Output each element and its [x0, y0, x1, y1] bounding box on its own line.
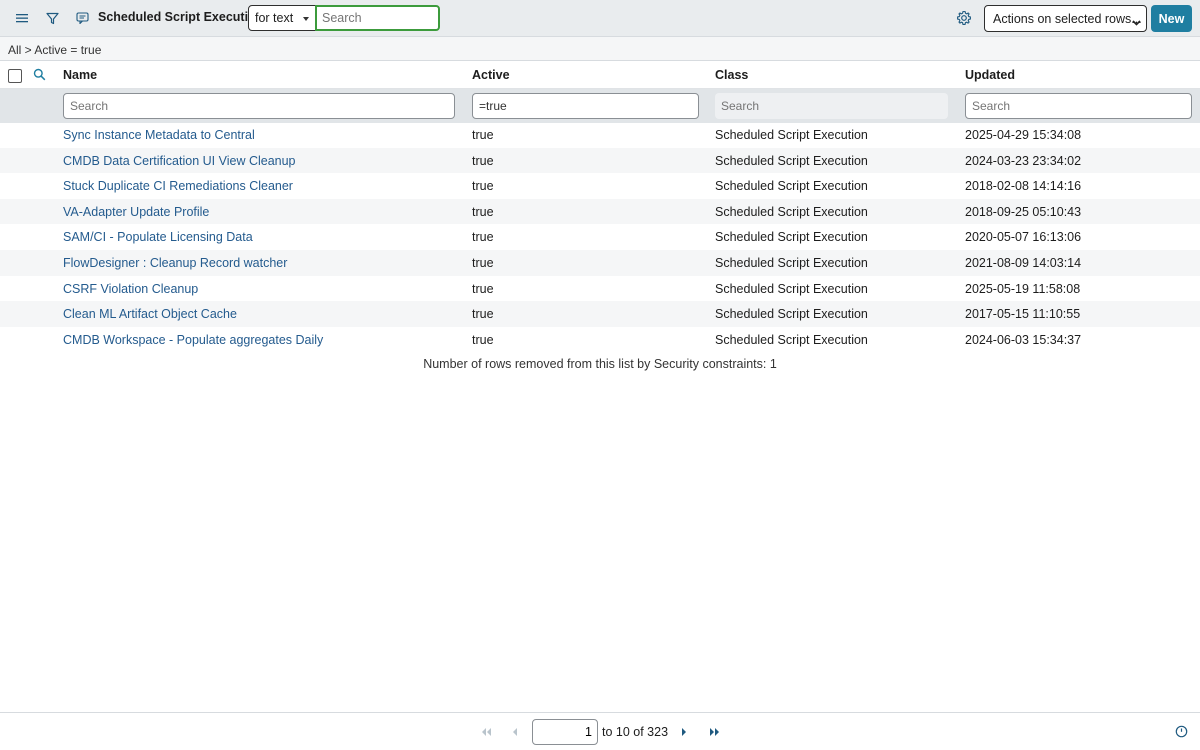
active-cell: true: [472, 204, 494, 219]
new-button[interactable]: New: [1151, 5, 1192, 32]
active-cell: true: [472, 230, 494, 245]
column-header-updated[interactable]: Updated: [965, 68, 1015, 82]
select-all-checkbox[interactable]: [8, 69, 22, 83]
updated-cell: 2018-02-08 14:14:16: [965, 179, 1082, 194]
name-filter-input[interactable]: [63, 93, 455, 119]
table-row: FlowDesigner : Cleanup Record watcher tr…: [0, 250, 1200, 276]
column-header-class[interactable]: Class: [715, 68, 748, 82]
table-row: Stuck Duplicate CI Remediations Cleaner …: [0, 173, 1200, 199]
gear-icon[interactable]: [955, 9, 973, 27]
updated-cell: 2024-06-03 15:34:37: [965, 332, 1082, 347]
class-cell: Scheduled Script Execution: [715, 307, 868, 322]
record-name-link[interactable]: VA-Adapter Update Profile: [63, 205, 209, 219]
filter-icon[interactable]: [42, 8, 62, 28]
table-row: Sync Instance Metadata to Central true S…: [0, 122, 1200, 148]
table-row: CSRF Violation Cleanup true Scheduled Sc…: [0, 276, 1200, 302]
column-header-name[interactable]: Name: [63, 68, 97, 82]
table-row: VA-Adapter Update Profile true Scheduled…: [0, 198, 1200, 225]
active-cell: true: [472, 256, 494, 270]
column-filter-row: [0, 89, 1200, 123]
breadcrumb[interactable]: All > Active = true: [8, 43, 101, 57]
class-cell: Scheduled Script Execution: [715, 281, 868, 296]
page-range-text: to 10 of 323: [602, 725, 669, 739]
security-constraint-note: Number of rows removed from this list by…: [423, 357, 777, 371]
class-cell: Scheduled Script Execution: [715, 179, 868, 194]
column-search-icon[interactable]: [33, 68, 46, 84]
class-cell: Scheduled Script Execution: [715, 332, 868, 347]
class-cell: Scheduled Script Execution: [715, 230, 868, 245]
active-filter-input[interactable]: [472, 93, 699, 119]
updated-cell: 2018-09-25 05:10:43: [965, 204, 1082, 219]
class-cell: Scheduled Script Execution: [715, 153, 868, 168]
actions-select[interactable]: Actions on selected rows...: [984, 5, 1147, 32]
active-cell: true: [472, 332, 494, 347]
updated-cell: 2020-05-07 16:13:06: [965, 230, 1082, 245]
active-cell: true: [472, 179, 494, 194]
previous-page-icon[interactable]: [511, 726, 518, 740]
column-header-active[interactable]: Active: [472, 68, 510, 82]
updated-cell: 2025-05-19 11:58:08: [965, 281, 1081, 296]
caret-down-icon: [303, 17, 309, 21]
table-row: SAM/CI - Populate Licensing Data true Sc…: [0, 224, 1200, 250]
active-cell: true: [472, 307, 494, 322]
record-name-link[interactable]: FlowDesigner : Cleanup Record watcher: [63, 256, 287, 270]
table-row: Clean ML Artifact Object Cache true Sche…: [0, 301, 1200, 327]
actions-select-label: Actions on selected rows...: [993, 12, 1142, 26]
record-name-link[interactable]: CMDB Data Certification UI View Cleanup: [63, 154, 296, 168]
column-header-row: Name Active Class Updated: [0, 62, 1200, 89]
page-title: Scheduled Script Executions: [98, 10, 271, 24]
breadcrumb-bar: All > Active = true: [0, 37, 1200, 61]
list-context-icon[interactable]: [72, 8, 92, 28]
table-row: CMDB Data Certification UI View Cleanup …: [0, 147, 1200, 174]
list-header: Scheduled Script Executions for text Act…: [0, 0, 1200, 37]
clock-icon[interactable]: [1175, 725, 1188, 741]
updated-cell: 2017-05-15 11:10:55: [965, 307, 1081, 322]
updated-filter-input[interactable]: [965, 93, 1192, 119]
pagination-footer: to 10 of 323: [0, 712, 1200, 750]
page-number-input[interactable]: [532, 719, 598, 745]
class-cell: Scheduled Script Execution: [715, 256, 868, 270]
next-page-icon[interactable]: [681, 726, 688, 740]
updated-cell: 2024-03-23 23:34:02: [965, 153, 1082, 168]
menu-icon[interactable]: [12, 8, 32, 28]
search-mode-select[interactable]: for text: [248, 5, 316, 31]
search-input[interactable]: [315, 5, 440, 31]
record-name-link[interactable]: CSRF Violation Cleanup: [63, 282, 198, 296]
first-page-icon[interactable]: [480, 726, 492, 740]
chevron-down-icon: [1132, 15, 1141, 29]
last-page-icon[interactable]: [709, 726, 721, 740]
active-cell: true: [472, 281, 494, 296]
class-cell: Scheduled Script Execution: [715, 128, 868, 142]
table-row: CMDB Workspace - Populate aggregates Dai…: [0, 327, 1200, 353]
record-name-link[interactable]: Clean ML Artifact Object Cache: [63, 307, 237, 321]
record-name-link[interactable]: SAM/CI - Populate Licensing Data: [63, 230, 253, 244]
updated-cell: 2021-08-09 14:03:14: [965, 256, 1082, 270]
class-cell: Scheduled Script Execution: [715, 204, 868, 219]
updated-cell: 2025-04-29 15:34:08: [965, 128, 1082, 142]
record-name-link[interactable]: CMDB Workspace - Populate aggregates Dai…: [63, 333, 323, 347]
search-mode-label: for text: [255, 11, 294, 25]
record-name-link[interactable]: Stuck Duplicate CI Remediations Cleaner: [63, 179, 293, 193]
active-cell: true: [472, 128, 494, 142]
record-name-link[interactable]: Sync Instance Metadata to Central: [63, 128, 255, 142]
active-cell: true: [472, 153, 494, 168]
class-filter-input: [715, 93, 948, 119]
